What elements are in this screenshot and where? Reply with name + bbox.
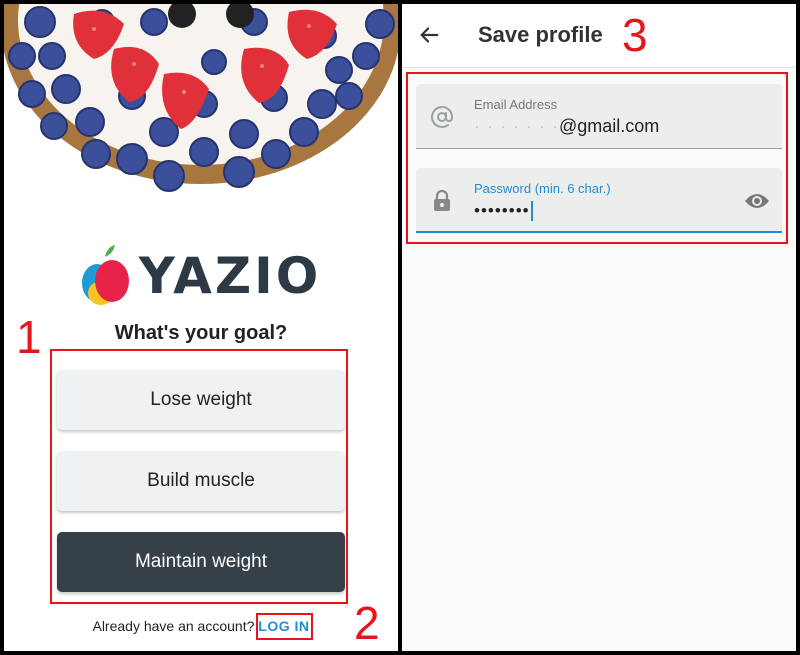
- annotation-number-1: 1: [16, 311, 42, 363]
- page-title: Save profile: [478, 22, 603, 47]
- annotation-box-form: [406, 72, 788, 244]
- goal-question: What's your goal?: [114, 322, 288, 344]
- login-prompt-text: Already have an account?: [92, 618, 255, 634]
- yazio-wordmark: YAZIO: [138, 247, 322, 305]
- arrow-left-icon[interactable]: [418, 24, 440, 46]
- annotation-number-3: 3: [622, 9, 648, 61]
- annotation-box-goals: [50, 349, 348, 604]
- yazio-apple-icon: [81, 245, 129, 305]
- login-prompt-row: Already have an account? LOG IN: [4, 618, 398, 634]
- app-bar: Save profile: [402, 4, 796, 68]
- annotation-number-2: 2: [354, 597, 380, 649]
- yazio-logo: YAZIO: [4, 240, 398, 312]
- fruit-tart-image: [4, 4, 398, 192]
- annotation-box-login: [256, 613, 313, 640]
